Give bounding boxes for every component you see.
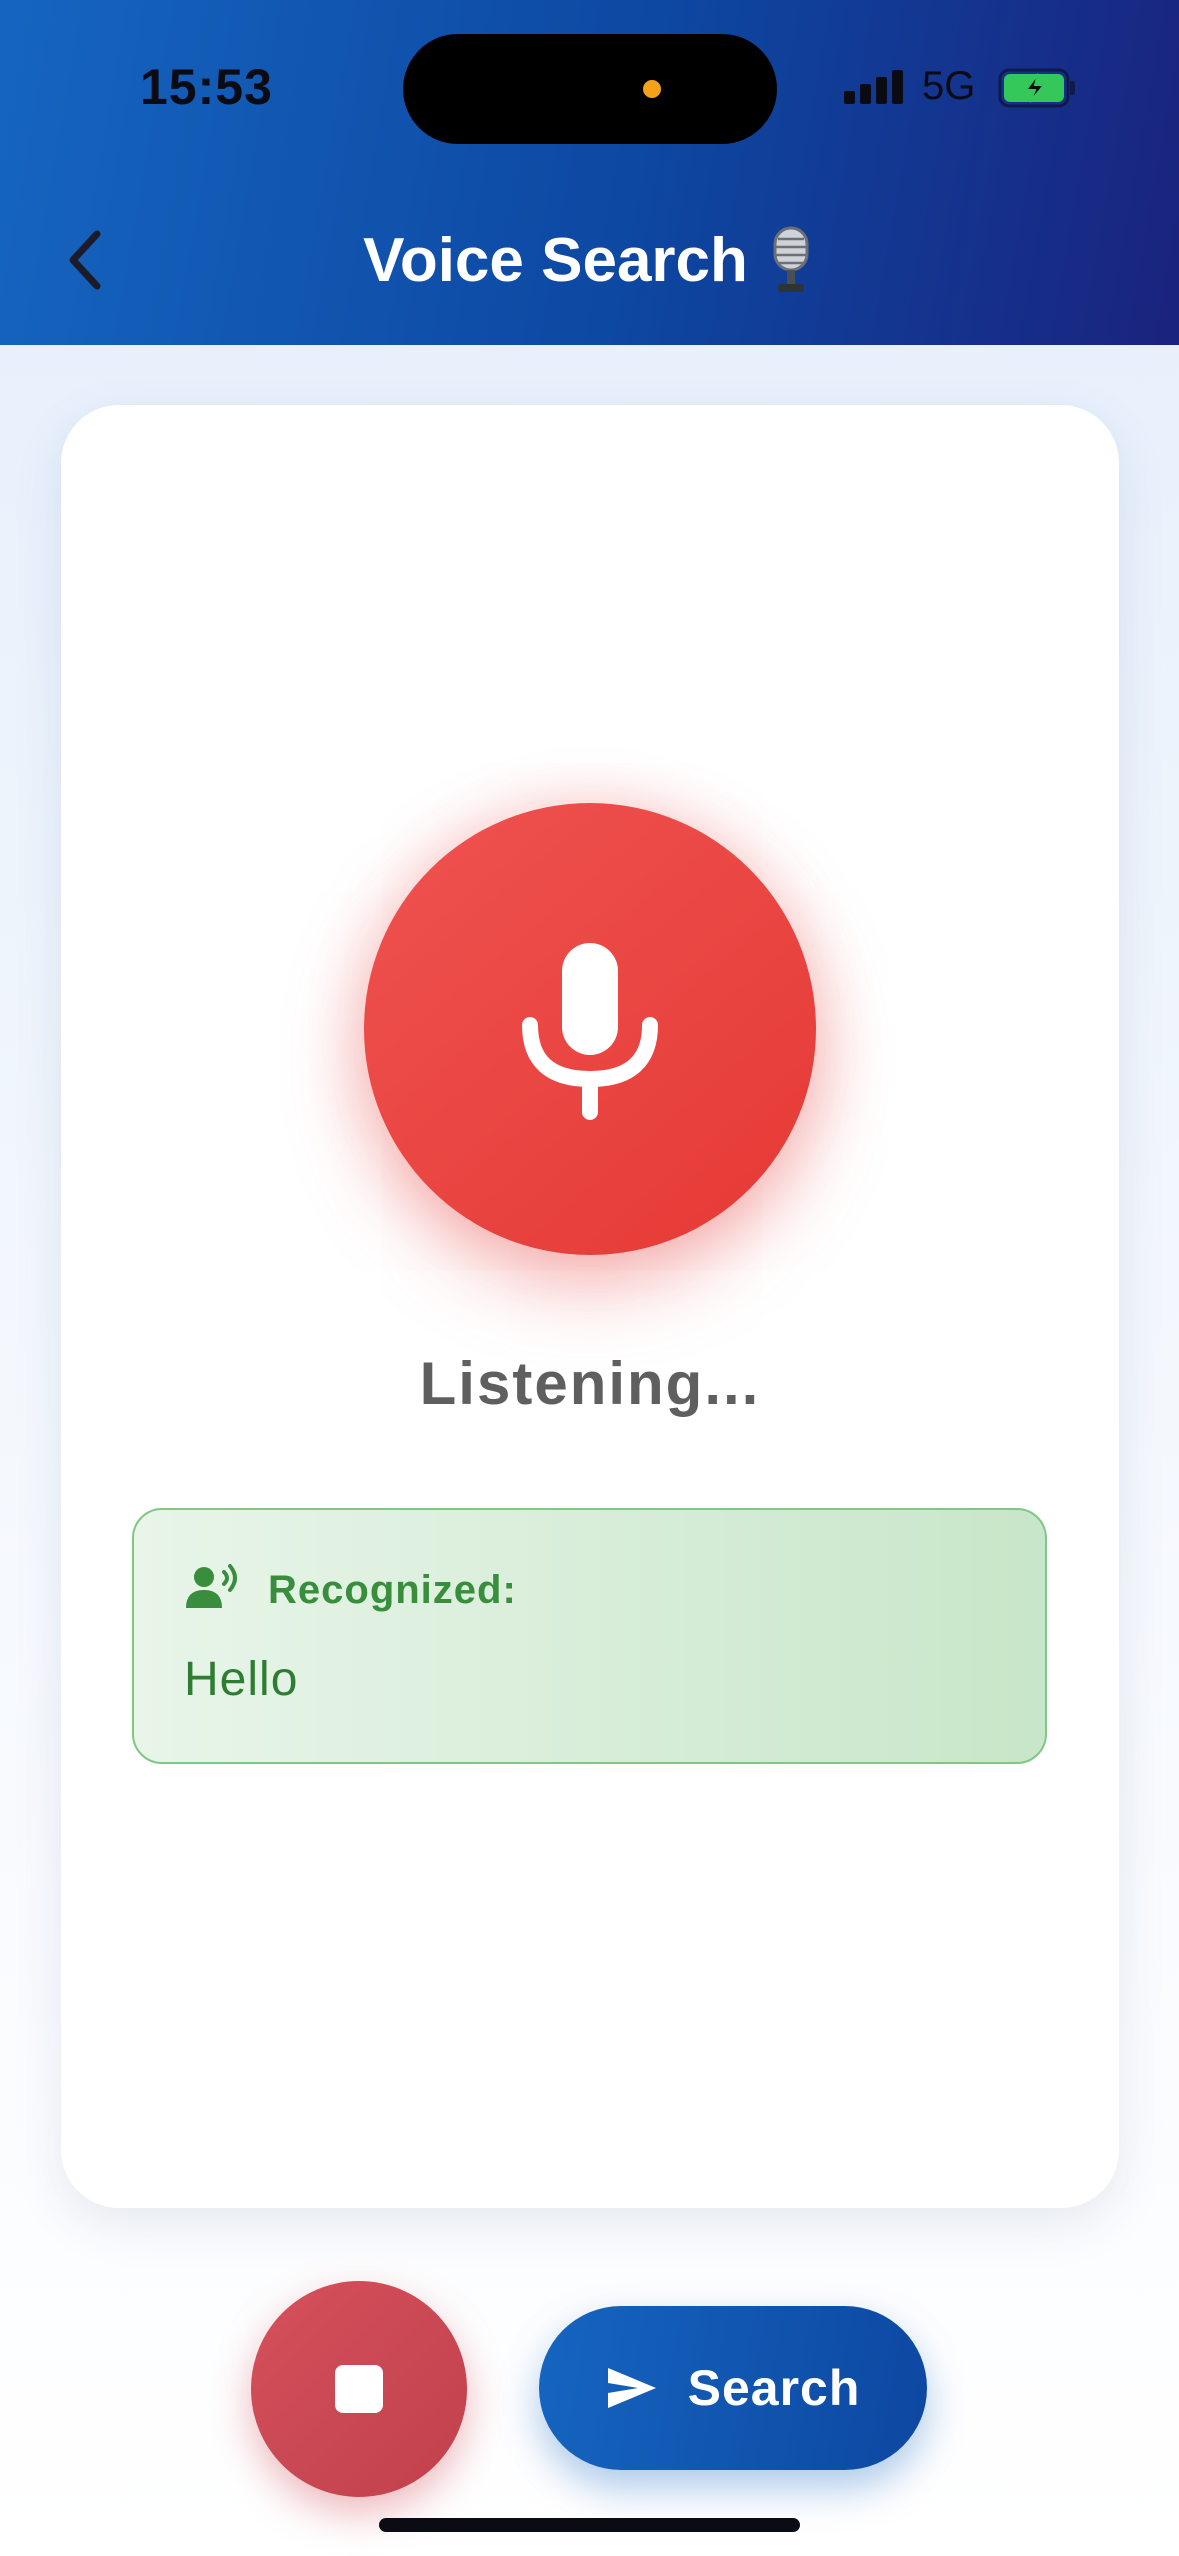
chevron-left-icon <box>69 230 101 290</box>
stop-icon <box>335 2365 383 2413</box>
search-button[interactable]: Search <box>539 2306 927 2470</box>
privacy-indicator-dot <box>643 80 661 98</box>
voice-search-card: Listening... Recognized: Hello <box>61 405 1119 2208</box>
microphone-button[interactable] <box>364 803 816 1255</box>
recognized-text: Hello <box>184 1653 299 1706</box>
record-voice-icon <box>186 1564 237 1608</box>
send-icon <box>607 2368 656 2408</box>
title-row: Voice Search <box>0 222 1179 298</box>
app-header: 15:53 5G Voice Search <box>0 0 1179 345</box>
status-time: 15:53 <box>140 59 273 115</box>
home-indicator[interactable] <box>379 2518 800 2532</box>
battery-charging-icon <box>998 68 1075 108</box>
studio-microphone-icon <box>773 226 809 292</box>
dynamic-island <box>403 34 777 144</box>
stop-button[interactable] <box>251 2281 467 2497</box>
cellular-signal-icon <box>844 70 906 104</box>
recognized-result: Recognized: Hello <box>132 1508 1047 1764</box>
listening-status: Listening... <box>419 1350 761 1417</box>
back-button[interactable] <box>50 222 120 298</box>
microphone-icon <box>522 943 658 1120</box>
page-title: Voice Search <box>363 225 748 295</box>
search-button-label: Search <box>687 2360 861 2416</box>
network-type: 5G <box>922 64 976 108</box>
recognized-label: Recognized: <box>268 1568 517 1612</box>
